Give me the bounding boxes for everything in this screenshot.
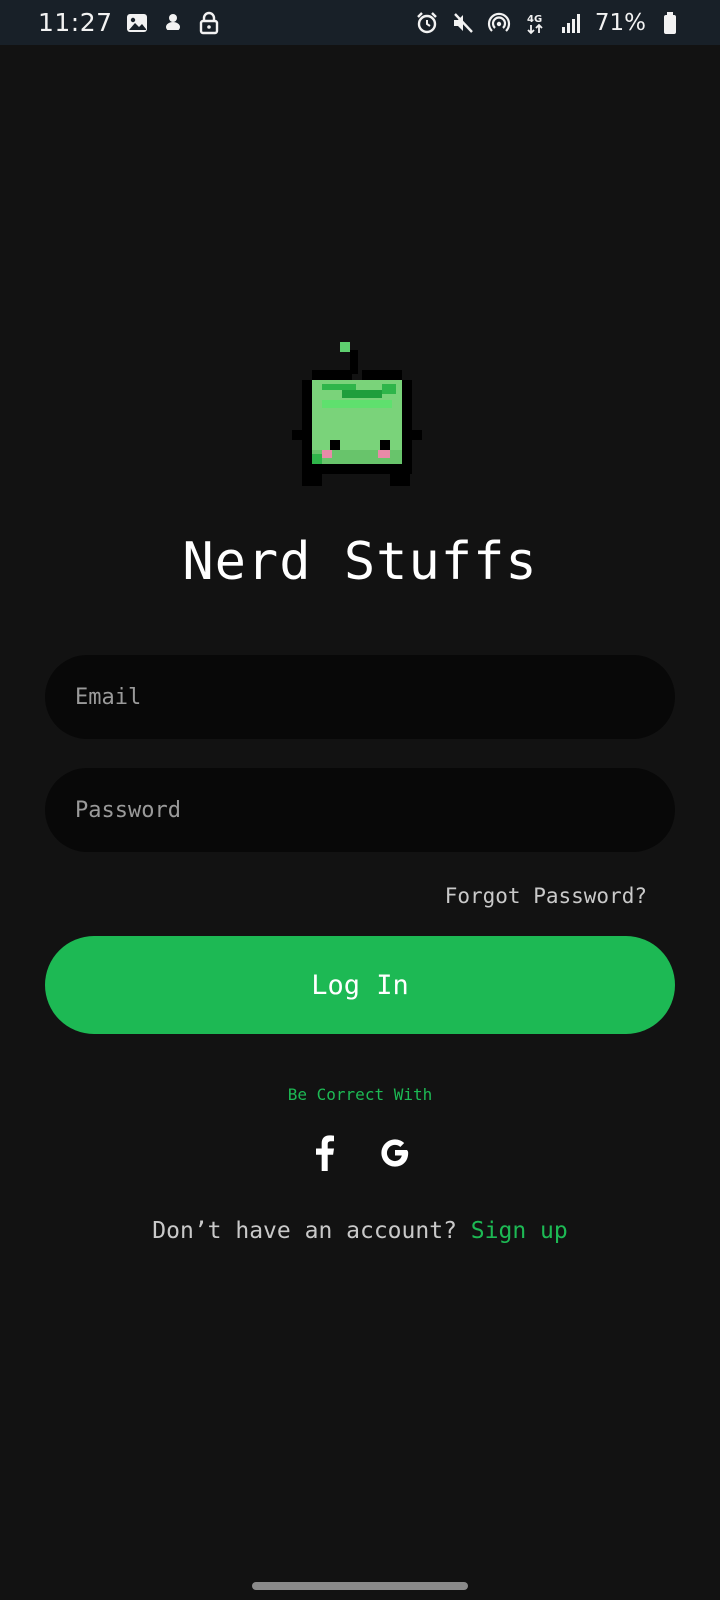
app-notification-icon [161,11,185,35]
facebook-login-button[interactable] [308,1133,342,1173]
signal-icon [559,11,583,35]
alarm-icon [415,11,439,35]
social-login-label: Be Correct With [287,1085,433,1104]
status-bar-left: 11:27 [38,8,221,37]
signup-link[interactable]: Sign up [471,1218,568,1244]
login-button[interactable]: Log In [45,936,675,1034]
google-icon [381,1139,409,1167]
google-login-button[interactable] [378,1133,412,1173]
signup-row: Don’t have an account? Sign up [0,1218,720,1244]
email-field-container[interactable] [45,655,675,739]
status-bar-right: 4G 71% [415,10,682,36]
status-time: 11:27 [38,8,113,37]
mascot-logo [282,342,430,500]
home-indicator[interactable] [252,1582,468,1590]
social-login-row [0,1133,720,1173]
facebook-icon [316,1135,334,1171]
battery-icon [658,11,682,35]
green-blob-mascot-icon [292,342,422,486]
password-input[interactable] [75,797,675,823]
lock-icon [197,11,221,35]
hotspot-icon [487,11,511,35]
image-icon [125,11,149,35]
mute-icon [451,11,475,35]
forgot-password-link[interactable]: Forgot Password? [445,884,647,908]
password-field-container[interactable] [45,768,675,852]
4g-icon: 4G [523,11,547,35]
signup-prompt: Don’t have an account? [152,1218,471,1244]
email-input[interactable] [75,684,675,710]
battery-percentage: 71% [594,9,646,36]
svg-text:4G: 4G [527,14,542,25]
app-title: Nerd Stuffs [182,532,538,592]
status-bar: 11:27 4G 71% [0,0,720,45]
